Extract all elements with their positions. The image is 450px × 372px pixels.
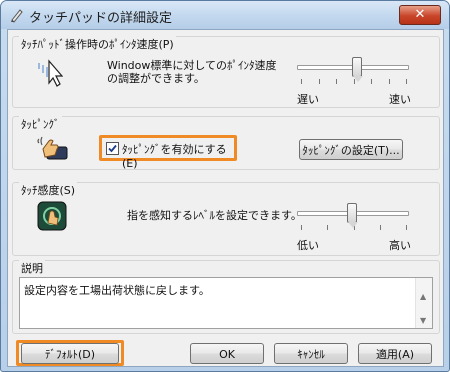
touch-sensitivity-group-label: ﾀｯﾁ感度(S) [19,182,78,198]
close-button[interactable]: ✕ [399,5,441,25]
scroll-up-arrow-icon[interactable]: ▲ [420,292,426,301]
touch-sensitivity-icon [37,201,67,231]
explanation-group-label: 説明 [19,260,45,276]
pointer-speed-description-line1: Window標準に対してのﾎﾟｲﾝﾀ速度 [107,59,277,72]
pointer-speed-min-label: 遅い [297,93,319,106]
title-bar[interactable]: タッチパッドの詳細設定 ✕ [1,1,449,29]
tapping-settings-button[interactable]: ﾀｯﾋﾟﾝｸﾞの設定(T)... [299,139,403,160]
touch-sensitivity-min-label: 低い [297,239,319,252]
cancel-button[interactable]: ｷｬﾝｾﾙ [274,343,348,364]
pointer-speed-slider[interactable] [297,57,413,91]
window-title: タッチパッドの詳細設定 [29,11,173,26]
touch-sensitivity-description: 指を感知するﾚﾍﾞﾙを設定できます。 [127,209,302,222]
explanation-textbox[interactable]: 設定内容を工場出荷状態に戻します。 ▲ ▼ [19,277,433,329]
touch-sensitivity-slider-thumb[interactable] [347,203,358,228]
tapping-enable-checkbox[interactable]: ﾀｯﾋﾟﾝｸﾞを有効にする(E) [106,141,234,170]
tapping-group-label: ﾀｯﾋﾟﾝｸﾞ [19,116,62,132]
apply-button[interactable]: 適用(A) [358,343,432,364]
touchpad-app-icon [9,7,25,23]
pointer-arrow-icon [37,59,64,89]
tapping-hand-icon [35,135,69,161]
ok-button[interactable]: OK [190,343,264,364]
dialog-body: ﾀｯﾁﾊﾟｯﾄﾞ操作時のﾎﾟｲﾝﾀ速度(P) Window標準に対してのﾎﾟｲﾝ… [7,29,444,367]
pointer-speed-slider-thumb[interactable] [352,57,363,82]
scroll-down-arrow-icon[interactable]: ▼ [420,316,426,325]
explanation-scrollbar[interactable]: ▲ ▼ [415,278,432,328]
pointer-speed-max-label: 速い [389,93,411,106]
dialog-window: タッチパッドの詳細設定 ✕ ﾀｯﾁﾊﾟｯﾄﾞ操作時のﾎﾟｲﾝﾀ速度(P) Win… [0,0,450,372]
pointer-speed-group-label: ﾀｯﾁﾊﾟｯﾄﾞ操作時のﾎﾟｲﾝﾀ速度(P) [19,36,176,52]
explanation-text: 設定内容を工場出荷状態に戻します。 [24,284,210,297]
touch-sensitivity-group: ﾀｯﾁ感度(S) 指を感知するﾚﾍﾞﾙを設定できます。 低い 高い [12,182,440,256]
tapping-group: ﾀｯﾋﾟﾝｸﾞ ﾀｯﾋﾟﾝｸﾞを有効にする(E) ﾀｯﾋﾟﾝｸﾞの設定(T)..… [12,116,440,170]
touch-sensitivity-max-label: 高い [389,239,411,252]
touch-sensitivity-slider[interactable] [297,203,413,237]
pointer-speed-description-line2: の調整ができます。 [107,72,205,85]
checkbox-checked-icon [106,142,119,155]
pointer-speed-group: ﾀｯﾁﾊﾟｯﾄﾞ操作時のﾎﾟｲﾝﾀ速度(P) Window標準に対してのﾎﾟｲﾝ… [12,36,440,108]
explanation-group: 説明 設定内容を工場出荷状態に戻します。 ▲ ▼ [12,260,440,334]
tapping-enable-label: ﾀｯﾋﾟﾝｸﾞを有効にする(E) [122,143,227,170]
default-button[interactable]: ﾃﾞﾌｫﾙﾄ(D) [21,343,119,364]
